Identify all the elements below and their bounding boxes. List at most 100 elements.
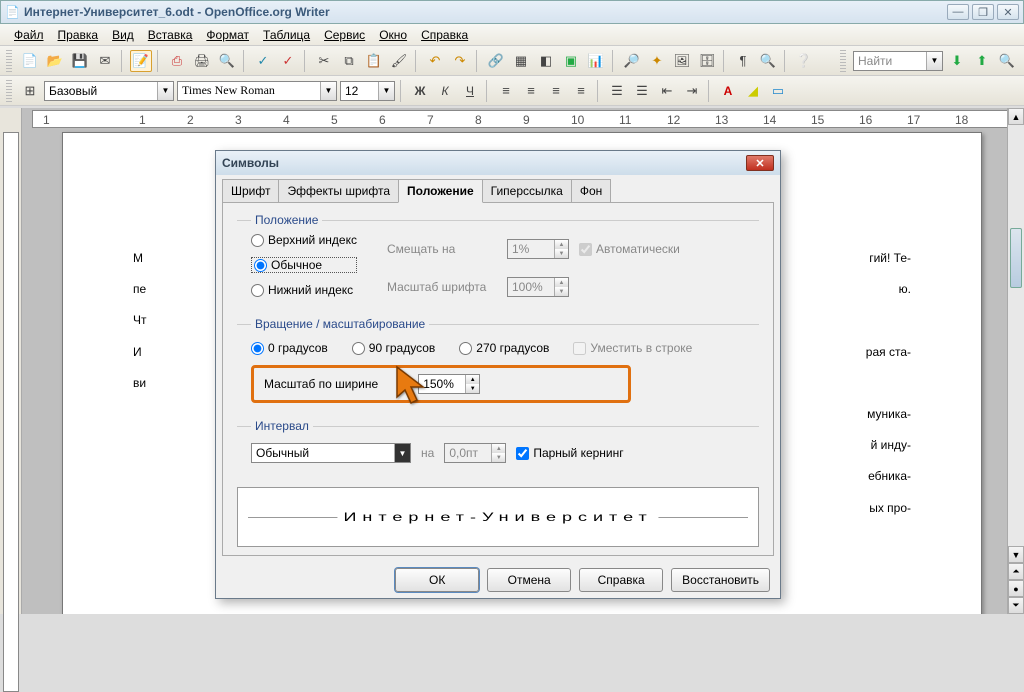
menu-format[interactable]: Формат	[200, 26, 255, 44]
draw-icon[interactable]: ◧	[535, 50, 557, 72]
dialog-titlebar[interactable]: Символы ✕	[216, 151, 780, 175]
nonprint-icon[interactable]: ¶	[732, 50, 754, 72]
dialog-close-button[interactable]: ✕	[746, 155, 774, 171]
tab-hyperlink[interactable]: Гиперссылка	[482, 179, 572, 202]
new-doc-icon[interactable]: 📄	[19, 50, 41, 72]
scroll-thumb[interactable]	[1010, 228, 1022, 288]
radio-superscript[interactable]: Верхний индекс	[251, 233, 357, 247]
help-button[interactable]: Справка	[579, 568, 663, 592]
menu-view[interactable]: Вид	[106, 26, 140, 44]
menu-table[interactable]: Таблица	[257, 26, 316, 44]
radio-0deg[interactable]: 0 градусов	[251, 341, 328, 355]
indent-inc-icon[interactable]: ⇥	[681, 80, 703, 102]
navigator-icon[interactable]: ✦	[646, 50, 668, 72]
find-grip[interactable]	[840, 50, 846, 72]
pdf-icon[interactable]: ⎙	[166, 50, 188, 72]
datasource-icon[interactable]: 🗄	[696, 50, 718, 72]
cancel-button[interactable]: Отмена	[487, 568, 571, 592]
chevron-down-icon[interactable]: ▼	[926, 52, 942, 70]
find-prev-icon[interactable]: ⬆	[971, 50, 993, 72]
menu-help[interactable]: Справка	[415, 26, 474, 44]
table-icon[interactable]: ▦	[510, 50, 532, 72]
radio-normal[interactable]: Обычное	[251, 257, 357, 273]
menu-tools[interactable]: Сервис	[318, 26, 371, 44]
autocheck-icon[interactable]: ✓	[277, 50, 299, 72]
align-right-icon[interactable]: ≡	[545, 80, 567, 102]
prev-page-icon[interactable]: ⏶	[1008, 563, 1024, 580]
email-icon[interactable]: ✉	[94, 50, 116, 72]
paragraph-style-combo[interactable]: Базовый ▼	[44, 81, 174, 101]
menu-insert[interactable]: Вставка	[142, 26, 199, 44]
font-name-combo[interactable]: Times New Roman ▼	[177, 81, 337, 101]
scroll-up-icon[interactable]: ▲	[1008, 108, 1024, 125]
spinner-buttons[interactable]: ▲▼	[465, 375, 479, 393]
tab-position[interactable]: Положение	[398, 179, 483, 203]
bullets-icon[interactable]: ☰	[631, 80, 653, 102]
tab-font[interactable]: Шрифт	[222, 179, 279, 202]
highlight-icon[interactable]: ◢	[742, 80, 764, 102]
radio-270deg[interactable]: 270 градусов	[459, 341, 549, 355]
menu-file[interactable]: Файл	[8, 26, 50, 44]
italic-icon[interactable]: К	[434, 80, 456, 102]
zoom-icon[interactable]: 🔍	[757, 50, 779, 72]
vertical-scrollbar[interactable]: ▲ ▼ ⏶ ● ⏷	[1007, 108, 1024, 614]
font-color-icon[interactable]: А	[717, 80, 739, 102]
ok-button[interactable]: ОК	[395, 568, 479, 592]
styles-icon[interactable]: ⊞	[19, 80, 41, 102]
vertical-ruler[interactable]	[3, 132, 19, 692]
horizontal-ruler[interactable]: 1123456789101112131415161718	[32, 110, 1014, 128]
find-icon[interactable]: 🔎	[621, 50, 643, 72]
spacing-combo[interactable]: Обычный ▼	[251, 443, 411, 463]
toolbar-grip-2[interactable]	[6, 80, 12, 102]
redo-icon[interactable]: ↷	[449, 50, 471, 72]
chevron-down-icon[interactable]: ▼	[378, 82, 394, 100]
scalewidth-spinner[interactable]: 150%▲▼	[418, 374, 480, 394]
indent-dec-icon[interactable]: ⇤	[656, 80, 678, 102]
underline-icon[interactable]: Ч	[459, 80, 481, 102]
paste-icon[interactable]: 📋	[363, 50, 385, 72]
numbering-icon[interactable]: ☰	[606, 80, 628, 102]
radio-subscript[interactable]: Нижний индекс	[251, 283, 357, 297]
undo-icon[interactable]: ↶	[424, 50, 446, 72]
hyperlink-icon[interactable]: 🔗	[485, 50, 507, 72]
align-left-icon[interactable]: ≡	[495, 80, 517, 102]
chart-icon[interactable]: 📊	[585, 50, 607, 72]
align-center-icon[interactable]: ≡	[520, 80, 542, 102]
bgcolor-icon[interactable]: ▭	[767, 80, 789, 102]
close-button[interactable]: ✕	[997, 4, 1019, 20]
spellcheck-icon[interactable]: ✓	[252, 50, 274, 72]
help-icon[interactable]: ❔	[793, 50, 815, 72]
scroll-down-icon[interactable]: ▼	[1008, 546, 1024, 563]
minimize-button[interactable]: —	[947, 4, 969, 20]
toolbar-grip[interactable]	[6, 50, 12, 72]
save-icon[interactable]: 💾	[69, 50, 91, 72]
preview-icon[interactable]: 🔍	[216, 50, 238, 72]
align-justify-icon[interactable]: ≡	[570, 80, 592, 102]
chevron-down-icon[interactable]: ▼	[320, 82, 336, 100]
bold-icon[interactable]: Ж	[409, 80, 431, 102]
record-icon[interactable]: ▣	[560, 50, 582, 72]
next-page-icon[interactable]: ⏷	[1008, 597, 1024, 614]
edit-icon[interactable]: 📝	[130, 50, 152, 72]
gallery-icon[interactable]: 🖼	[671, 50, 693, 72]
radio-90deg[interactable]: 90 градусов	[352, 341, 435, 355]
find-next-icon[interactable]: ⬇	[946, 50, 968, 72]
font-size-combo[interactable]: 12 ▼	[340, 81, 395, 101]
open-icon[interactable]: 📂	[44, 50, 66, 72]
find-combo[interactable]: Найти ▼	[853, 51, 943, 71]
chevron-down-icon[interactable]: ▼	[157, 82, 173, 100]
tab-background[interactable]: Фон	[571, 179, 611, 202]
maximize-button[interactable]: ❐	[972, 4, 994, 20]
menu-edit[interactable]: Правка	[52, 26, 105, 44]
chevron-down-icon[interactable]: ▼	[394, 444, 410, 462]
tab-font-effects[interactable]: Эффекты шрифта	[278, 179, 399, 202]
checkbox-pair-kerning[interactable]: Парный кернинг	[516, 446, 623, 460]
brush-icon[interactable]: 🖌	[388, 50, 410, 72]
cut-icon[interactable]: ✂	[313, 50, 335, 72]
reset-button[interactable]: Восстановить	[671, 568, 770, 592]
copy-icon[interactable]: ⧉	[338, 50, 360, 72]
find-close-icon[interactable]: 🔍	[996, 50, 1018, 72]
nav-ball-icon[interactable]: ●	[1008, 580, 1024, 597]
print-icon[interactable]: 🖨	[191, 50, 213, 72]
menu-window[interactable]: Окно	[373, 26, 413, 44]
